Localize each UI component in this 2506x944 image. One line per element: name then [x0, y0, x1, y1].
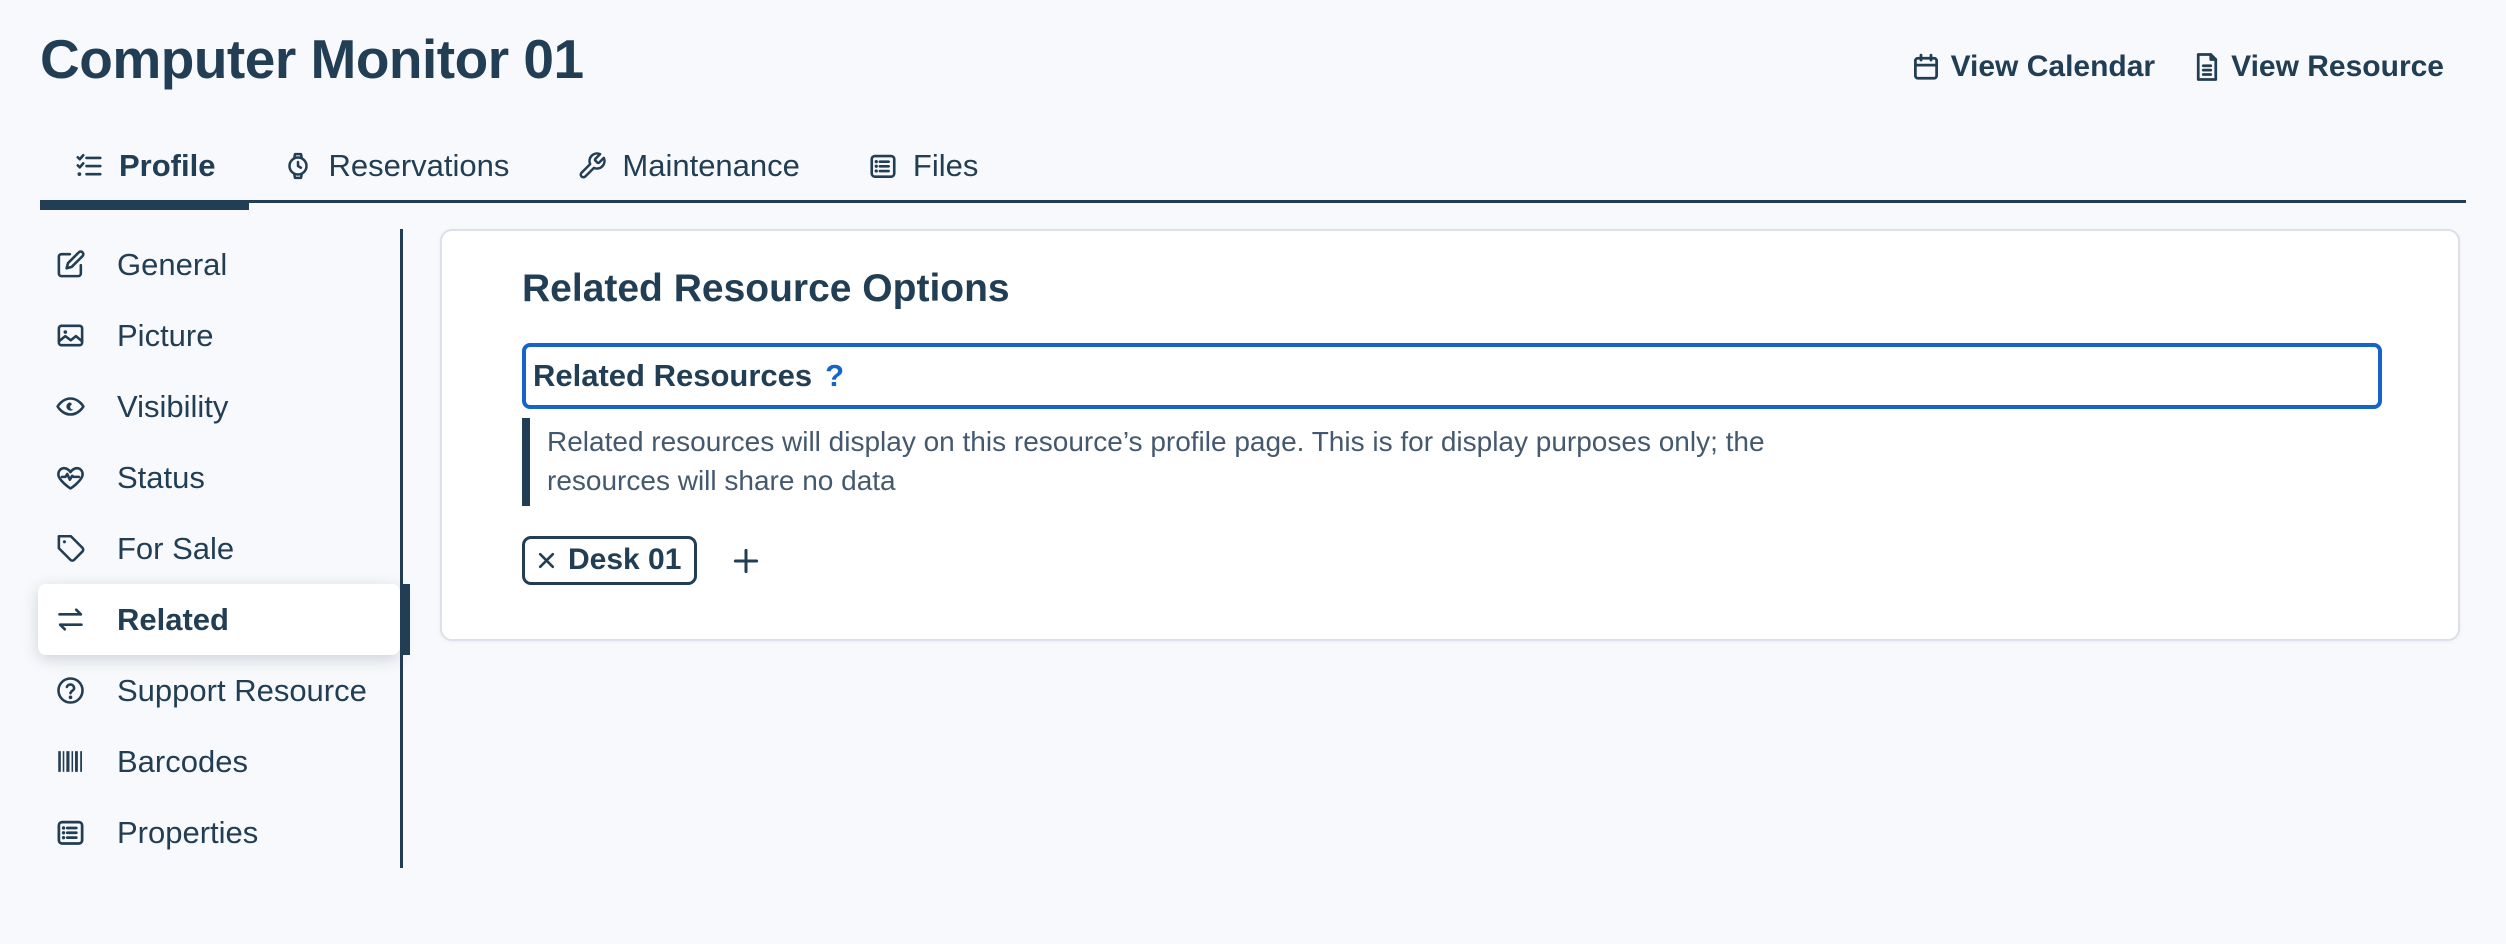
- page-header: Computer Monitor 01 View Calendar View R…: [0, 0, 2506, 92]
- plus-icon: [731, 546, 761, 576]
- view-calendar-label: View Calendar: [1951, 50, 2156, 84]
- watch-icon: [283, 151, 313, 181]
- page-title: Computer Monitor 01: [40, 26, 584, 92]
- related-resources-field[interactable]: Related Resources ?: [522, 343, 2382, 409]
- tab-maintenance[interactable]: Maintenance: [543, 136, 834, 200]
- sidebar-item-status[interactable]: Status: [38, 442, 400, 513]
- card-heading: Related Resource Options: [522, 267, 2382, 311]
- tab-files-label: Files: [913, 148, 978, 184]
- sidebar-item-properties-label: Properties: [117, 815, 258, 851]
- related-resource-chip-label: Desk 01: [568, 543, 681, 577]
- sidebar-item-for-sale-label: For Sale: [117, 531, 234, 567]
- tab-reservations-label: Reservations: [328, 148, 509, 184]
- edit-icon: [55, 249, 86, 280]
- tab-profile[interactable]: Profile: [40, 136, 249, 200]
- sidebar-item-related-label: Related: [117, 602, 229, 638]
- related-resources-label: Related Resources: [533, 358, 812, 394]
- sidebar-item-visibility-label: Visibility: [117, 389, 228, 425]
- view-calendar-link[interactable]: View Calendar: [1911, 50, 2156, 84]
- tag-icon: [55, 533, 86, 564]
- view-resource-link[interactable]: View Resource: [2193, 50, 2444, 84]
- profile-sidebar: General Picture Visibility: [0, 229, 403, 868]
- related-resource-options-card: Related Resource Options Related Resourc…: [440, 229, 2460, 641]
- sidebar-item-status-label: Status: [117, 460, 205, 496]
- header-actions: View Calendar View Resource: [1911, 50, 2444, 92]
- list-box-icon: [868, 151, 898, 181]
- barcode-icon: [55, 746, 86, 777]
- sidebar-item-barcodes[interactable]: Barcodes: [38, 726, 400, 797]
- transfer-arrows-icon: [55, 604, 86, 635]
- sidebar-item-picture[interactable]: Picture: [38, 300, 400, 371]
- tab-files[interactable]: Files: [834, 136, 1012, 200]
- checklist-icon: [74, 151, 104, 181]
- add-related-resource-button[interactable]: [731, 546, 761, 576]
- sidebar-item-visibility[interactable]: Visibility: [38, 371, 400, 442]
- wrench-icon: [577, 151, 607, 181]
- tab-reservations[interactable]: Reservations: [249, 136, 543, 200]
- question-circle-icon: [55, 675, 86, 706]
- sidebar-item-support-resource-label: Support Resource: [117, 673, 367, 709]
- sidebar-item-general-label: General: [117, 247, 227, 283]
- field-help-text: Related resources will display on this r…: [522, 418, 1782, 506]
- x-icon[interactable]: [537, 551, 556, 570]
- document-icon: [2193, 52, 2221, 82]
- related-resources-tag-row: Desk 01: [522, 536, 2382, 585]
- sidebar-item-picture-label: Picture: [117, 318, 213, 354]
- sidebar-item-general[interactable]: General: [38, 229, 400, 300]
- eye-icon: [55, 391, 86, 422]
- sidebar-item-related[interactable]: Related: [38, 584, 400, 655]
- sidebar-item-barcodes-label: Barcodes: [117, 744, 248, 780]
- image-icon: [55, 320, 86, 351]
- tab-profile-label: Profile: [119, 148, 215, 184]
- list-box-icon: [55, 817, 86, 848]
- main-panel: Related Resource Options Related Resourc…: [403, 229, 2506, 641]
- sidebar-item-properties[interactable]: Properties: [38, 797, 400, 868]
- related-resource-chip[interactable]: Desk 01: [522, 536, 697, 585]
- sidebar-item-support-resource[interactable]: Support Resource: [38, 655, 400, 726]
- content-area: General Picture Visibility: [0, 229, 2506, 868]
- heart-pulse-icon: [55, 462, 86, 493]
- sidebar-item-for-sale[interactable]: For Sale: [38, 513, 400, 584]
- help-icon[interactable]: ?: [825, 358, 844, 394]
- view-resource-label: View Resource: [2231, 50, 2444, 84]
- calendar-icon: [1911, 52, 1941, 82]
- tab-maintenance-label: Maintenance: [622, 148, 800, 184]
- tab-bar: Profile Reservations Maintenance Fi: [40, 136, 2466, 203]
